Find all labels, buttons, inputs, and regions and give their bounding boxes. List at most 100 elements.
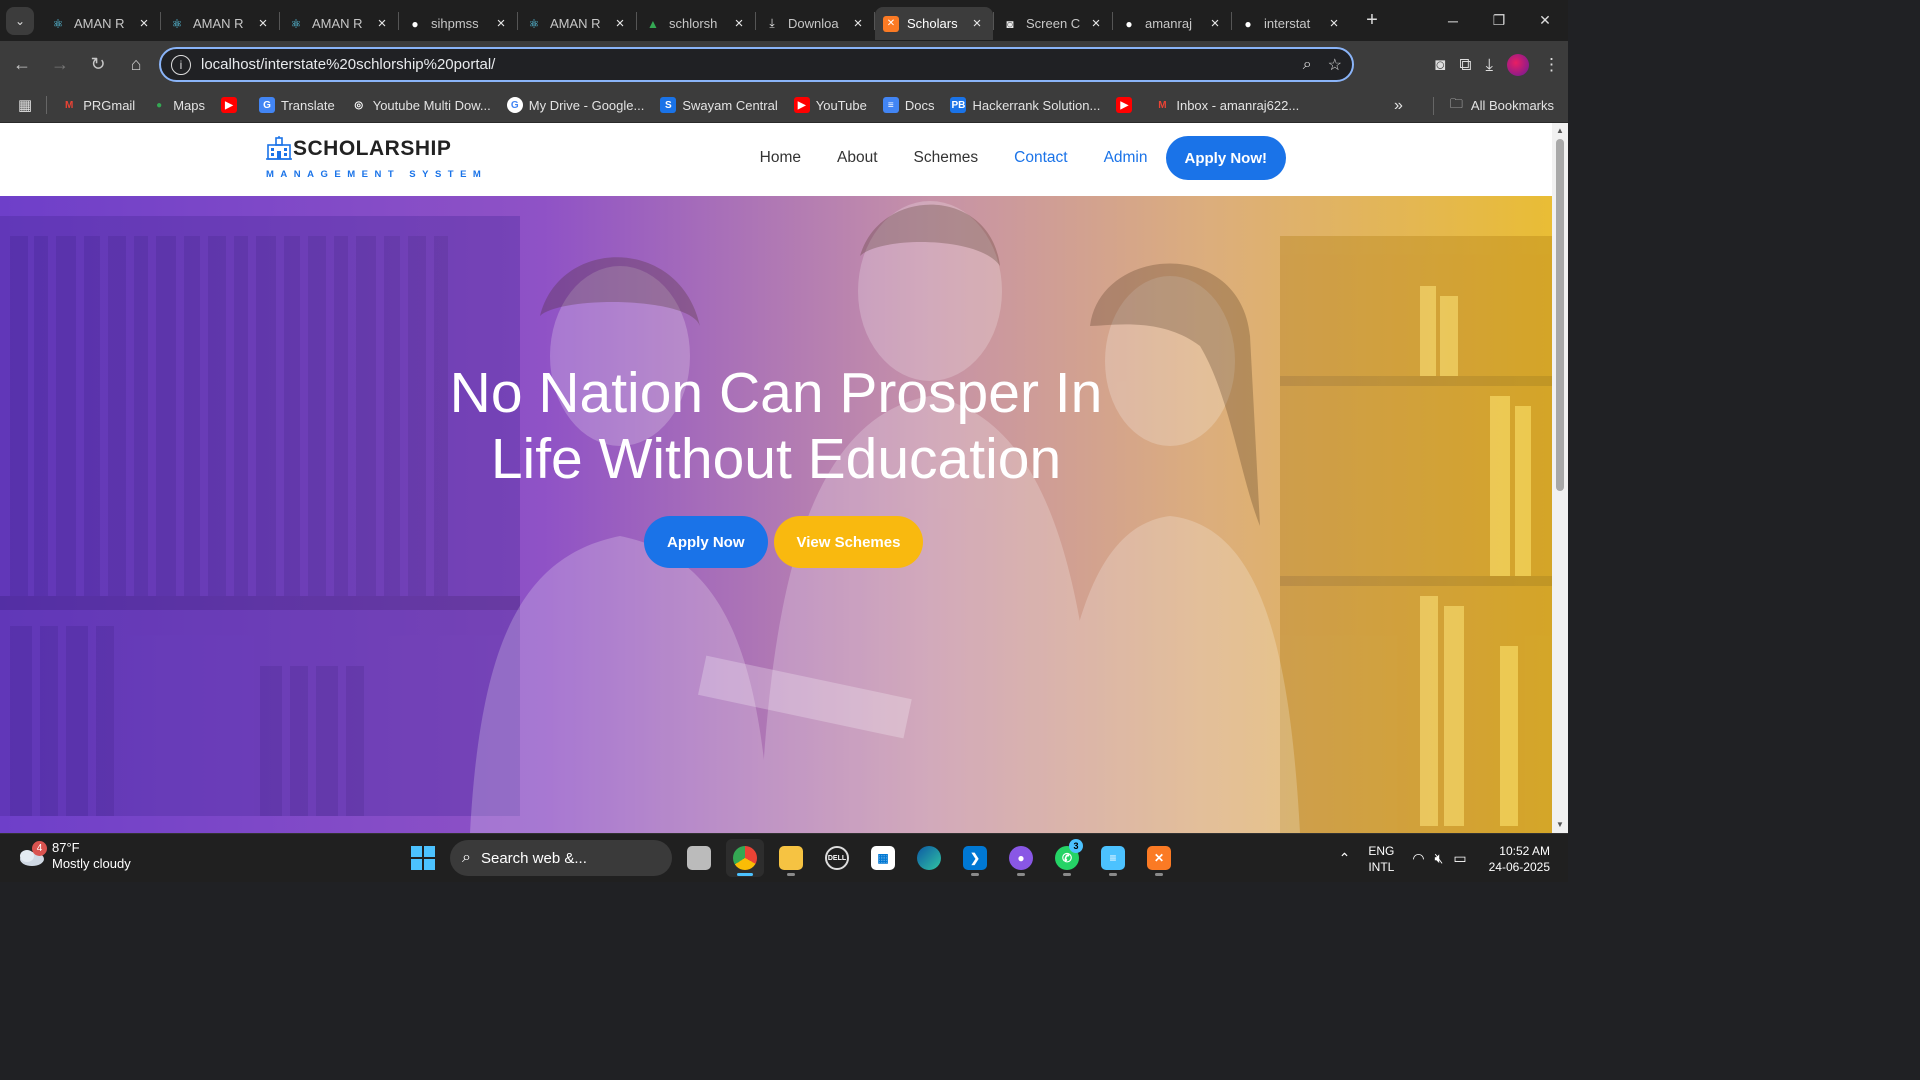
all-bookmarks[interactable]: » 🗀 All Bookmarks: [1394, 88, 1554, 123]
browser-tab[interactable]: ● amanraj ×: [1113, 7, 1231, 40]
browser-tab[interactable]: ✕ Scholars ×: [875, 7, 993, 40]
browser-tab[interactable]: ⤓ Downloa ×: [756, 7, 874, 40]
close-tab-icon[interactable]: ×: [969, 15, 985, 32]
tray-icons[interactable]: ◠ 🔇︎ ▭: [1412, 850, 1466, 867]
home-icon: ⌂: [130, 54, 142, 74]
close-tab-icon[interactable]: ×: [1088, 15, 1104, 32]
nav-home[interactable]: Home: [760, 149, 801, 167]
view-schemes-button[interactable]: View Schemes: [773, 516, 924, 568]
bookmark-item[interactable]: PB Hackerrank Solution...: [950, 97, 1100, 113]
all-bookmarks-label[interactable]: All Bookmarks: [1471, 98, 1554, 113]
plus-icon: +: [1366, 9, 1378, 31]
nav-contact[interactable]: Contact: [1014, 149, 1067, 167]
apply-now-nav-button[interactable]: Apply Now!: [1165, 136, 1286, 180]
taskbar-file-explorer[interactable]: [772, 839, 810, 877]
taskbar-github-desktop[interactable]: ●: [1002, 839, 1040, 877]
close-tab-icon[interactable]: ×: [1207, 15, 1223, 32]
back-button[interactable]: ←: [4, 47, 40, 83]
arrow-left-icon: ←: [13, 54, 31, 74]
reload-button[interactable]: ↻: [80, 47, 116, 83]
close-tab-icon[interactable]: ×: [612, 15, 628, 32]
zoom-icon[interactable]: ⌕: [1303, 56, 1312, 74]
page-scrollbar[interactable]: ▲ ▼: [1552, 123, 1568, 833]
task-view-button[interactable]: [680, 839, 718, 877]
close-tab-icon[interactable]: ×: [136, 15, 152, 32]
bookmarks-divider: [46, 96, 48, 114]
taskbar-chrome[interactable]: [726, 839, 764, 877]
browser-tab[interactable]: ⚛ AMAN R ×: [161, 7, 279, 40]
taskbar-whatsapp[interactable]: ✆ 3: [1048, 839, 1086, 877]
menu-kebab-icon[interactable]: ⋮: [1543, 55, 1560, 75]
close-window-button[interactable]: ✕: [1522, 0, 1568, 41]
browser-tab[interactable]: ◙ Screen C ×: [994, 7, 1112, 40]
bookmark-item[interactable]: ● Maps: [151, 97, 205, 113]
taskbar-xampp[interactable]: ✕: [1140, 839, 1178, 877]
bookmark-item[interactable]: ◎ Youtube Multi Dow...: [351, 97, 490, 113]
bookmark-item[interactable]: ▶: [221, 97, 243, 113]
tab-title: AMAN R: [193, 16, 244, 31]
downloads-icon[interactable]: ⤓: [1485, 55, 1493, 75]
bookmark-item[interactable]: M Inbox - amanraj622...: [1154, 97, 1299, 113]
close-tab-icon[interactable]: ×: [374, 15, 390, 32]
browser-tabstrip: ⌄ ⚛ AMAN R × ⚛ AMAN R × ⚛ AMAN R × ● sihpmss × ⚛ AMAN…: [0, 0, 1568, 41]
close-tab-icon[interactable]: ×: [731, 15, 747, 32]
bookmark-star-icon[interactable]: ☆: [1328, 55, 1342, 75]
tab-search-button[interactable]: ⌄: [6, 6, 34, 35]
more-bookmarks-icon[interactable]: »: [1394, 97, 1403, 115]
scroll-up-icon[interactable]: ▲: [1556, 126, 1564, 135]
nav-admin[interactable]: Admin: [1104, 149, 1148, 167]
browser-tab[interactable]: ▲ schlorsh ×: [637, 7, 755, 40]
taskbar-notepad[interactable]: ≡: [1094, 839, 1132, 877]
tab-title: schlorsh: [669, 16, 718, 31]
bookmark-item[interactable]: S Swayam Central: [660, 97, 778, 113]
bookmark-item[interactable]: ▶ YouTube: [793, 97, 867, 113]
apply-now-button[interactable]: Apply Now: [644, 516, 768, 568]
system-tray: ⌃ ENG INTL ◠ 🔇︎ ▭ 10:52 AM 24-06-2025: [1339, 834, 1568, 883]
browser-tab[interactable]: ⚛ AMAN R ×: [280, 7, 398, 40]
start-button[interactable]: [404, 839, 442, 877]
forward-button[interactable]: →: [42, 47, 78, 83]
nav-schemes[interactable]: Schemes: [914, 149, 979, 167]
bookmark-label: Hackerrank Solution...: [972, 97, 1101, 113]
weather-widget[interactable]: 4 87°F Mostly cloudy: [16, 840, 131, 872]
close-tab-icon[interactable]: ×: [1326, 15, 1342, 32]
taskbar-store[interactable]: ▦: [864, 839, 902, 877]
clock[interactable]: 10:52 AM 24-06-2025: [1489, 843, 1550, 875]
bookmark-item[interactable]: G My Drive - Google...: [506, 97, 644, 113]
close-tab-icon[interactable]: ×: [255, 15, 271, 32]
bookmark-item[interactable]: G Translate: [259, 97, 335, 113]
url-text[interactable]: localhost/interstate%20schlorship%20port…: [201, 56, 495, 73]
show-hidden-icons[interactable]: ⌃: [1339, 850, 1351, 867]
profile-avatar[interactable]: [1507, 53, 1529, 76]
bookmark-item[interactable]: ≡ Docs: [882, 97, 934, 113]
taskbar-dell[interactable]: DELL: [818, 839, 856, 877]
taskbar-search[interactable]: ⌕ Search web &...: [450, 840, 672, 876]
browser-tab[interactable]: ● sihpmss ×: [399, 7, 517, 40]
browser-tab[interactable]: ⚛ AMAN R ×: [42, 7, 160, 40]
site-logo[interactable]: SCHOLARSHIP MANAGEMENT SYSTEM: [265, 135, 487, 180]
new-tab-button[interactable]: +: [1358, 7, 1386, 35]
close-tab-icon[interactable]: ×: [850, 15, 866, 32]
language-indicator[interactable]: ENG INTL: [1368, 843, 1394, 875]
minimize-button[interactable]: ─: [1430, 0, 1476, 41]
scroll-down-icon[interactable]: ▼: [1556, 820, 1564, 829]
taskbar-vscode[interactable]: ❯: [956, 839, 994, 877]
scrollbar-thumb[interactable]: [1556, 139, 1564, 491]
browser-tab[interactable]: ● interstat ×: [1232, 7, 1350, 40]
clock-date: 24-06-2025: [1488, 859, 1550, 874]
browser-tab[interactable]: ⚛ AMAN R ×: [518, 7, 636, 40]
close-tab-icon[interactable]: ×: [493, 15, 509, 32]
screenshot-icon[interactable]: ◙: [1435, 55, 1445, 75]
taskbar-edge[interactable]: [910, 839, 948, 877]
home-button[interactable]: ⌂: [118, 47, 154, 83]
hero-background-image: [0, 201, 1552, 833]
address-bar[interactable]: i localhost/interstate%20schlorship%20po…: [159, 47, 1354, 82]
google-drive-icon: ▲: [647, 16, 659, 31]
bookmark-item[interactable]: M PRGmail: [61, 97, 135, 113]
bookmark-item[interactable]: ▶: [1116, 97, 1138, 113]
extensions-icon[interactable]: ⧉: [1459, 55, 1471, 75]
nav-about[interactable]: About: [837, 149, 878, 167]
apps-button[interactable]: ▦: [18, 96, 32, 114]
site-info-icon[interactable]: i: [171, 54, 191, 75]
restore-button[interactable]: ❐: [1476, 0, 1522, 41]
